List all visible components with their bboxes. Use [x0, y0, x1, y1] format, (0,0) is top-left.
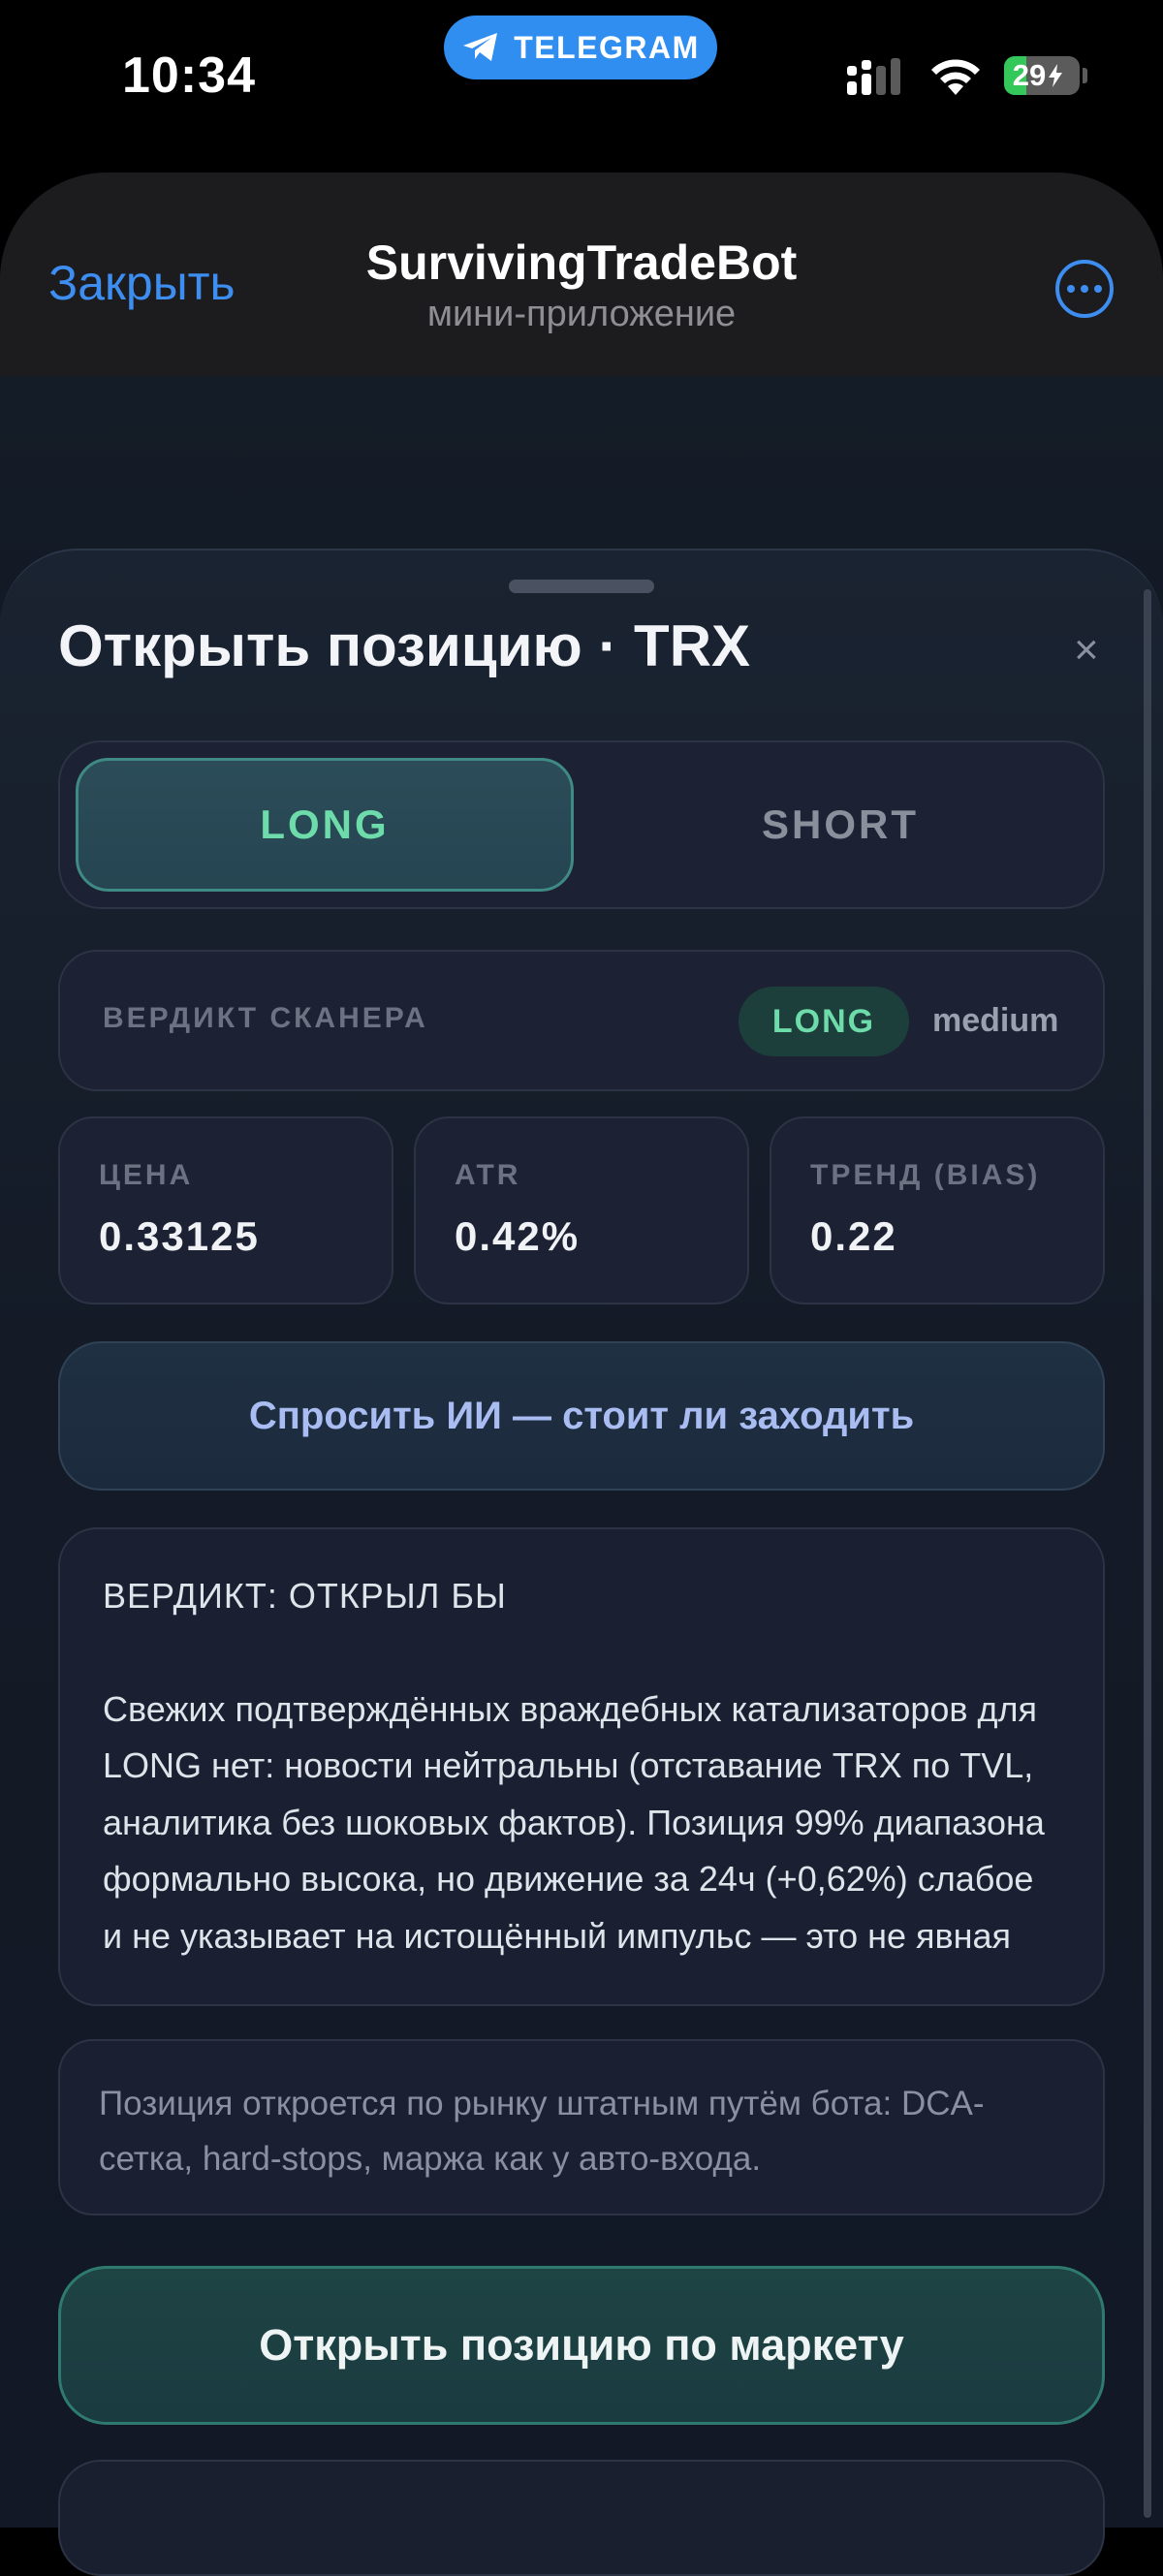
ai-verdict-text: Свежих подтверждённых враждебных катализ…: [103, 1688, 1045, 1956]
bot-subtitle: мини-приложение: [426, 294, 737, 334]
status-time: 10:34: [122, 47, 256, 104]
side-toggle: LONG SHORT: [58, 740, 1105, 909]
long-option-button[interactable]: LONG: [76, 758, 574, 892]
scanner-verdict-row: ВЕРДИКТ СКАНЕРА LONG medium: [58, 950, 1105, 1091]
metric-value: 0.42%: [455, 1213, 581, 1259]
ai-answer-box[interactable]: ВЕРДИКТ: ОТКРЫЛ БЫ Свежих подтверждённых…: [58, 1527, 1105, 2006]
open-market-position-button[interactable]: Открыть позицию по маркету: [58, 2266, 1105, 2425]
sheet-drag-handle[interactable]: [509, 580, 654, 593]
battery-indicator: 29: [1004, 56, 1080, 95]
sheet-title: Открыть позицию · TRX: [58, 613, 751, 678]
cellular-signal-icon: [847, 58, 900, 95]
ask-ai-button[interactable]: Спросить ИИ — стоит ли заходить: [58, 1341, 1105, 1491]
scanner-verdict-label: ВЕРДИКТ СКАНЕРА: [103, 1002, 428, 1034]
charging-bolt-icon: [1049, 64, 1063, 87]
metric-atr: ATR 0.42%: [414, 1116, 749, 1304]
miniapp-header: Закрыть SurvivingTradeBot мини-приложени…: [0, 173, 1163, 378]
battery-level: 29: [1012, 58, 1047, 92]
short-option-button[interactable]: SHORT: [591, 758, 1089, 892]
bot-title: SurvivingTradeBot: [365, 236, 798, 290]
telegram-pill-label: TELEGRAM: [514, 29, 700, 65]
sheet-scrollbar[interactable]: [1144, 589, 1151, 2518]
more-options-button[interactable]: [1055, 260, 1114, 318]
telegram-return-pill[interactable]: TELEGRAM: [444, 16, 717, 79]
execution-note-text: Позиция откроется по рынку штатным путём…: [99, 2085, 985, 2178]
metric-label: ATR: [455, 1159, 521, 1191]
telegram-plane-icon: [463, 33, 498, 61]
status-bar: 10:34 TELEGRAM 29: [0, 0, 1163, 165]
metric-value: 0.22: [810, 1213, 897, 1259]
ai-verdict-heading: ВЕРДИКТ: ОТКРЫЛ БЫ: [103, 1576, 507, 1616]
metric-value: 0.33125: [99, 1213, 260, 1259]
next-card-peek: [58, 2460, 1105, 2576]
more-dot-icon: [1067, 285, 1075, 293]
metric-label: ЦЕНА: [99, 1159, 194, 1191]
close-icon[interactable]: ×: [1074, 626, 1099, 675]
metric-price: ЦЕНА 0.33125: [58, 1116, 393, 1304]
metric-label: ТРЕНД (BIAS): [810, 1159, 1041, 1191]
execution-note: Позиция откроется по рынку штатным путём…: [58, 2039, 1105, 2215]
open-position-sheet: Открыть позицию · TRX × LONG SHORT ВЕРДИ…: [0, 549, 1163, 2576]
metric-trend-bias: ТРЕНД (BIAS) 0.22: [770, 1116, 1105, 1304]
battery-tip: [1083, 68, 1087, 83]
scanner-direction-badge: LONG: [739, 987, 909, 1056]
scanner-confidence: medium: [932, 1002, 1059, 1039]
wifi-icon: [931, 59, 980, 95]
